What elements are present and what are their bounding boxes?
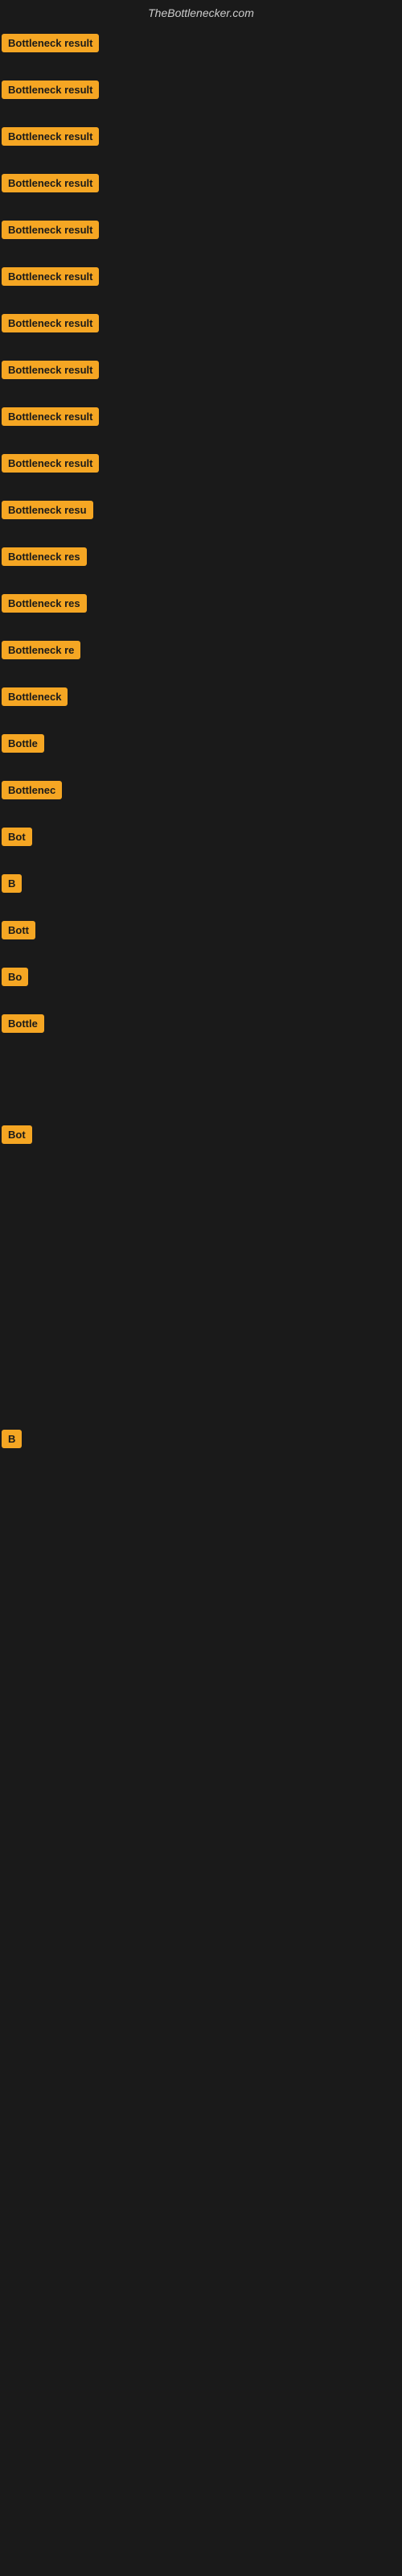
result-row: Bottleneck result — [0, 259, 402, 306]
result-row — [0, 1164, 402, 1228]
bottleneck-badge: Bottleneck res — [2, 594, 87, 613]
result-row: Bottle — [0, 1006, 402, 1053]
result-row: Bot — [0, 1117, 402, 1164]
result-row: Bottleneck res — [0, 539, 402, 586]
bottleneck-badge: Bottleneck result — [2, 361, 99, 379]
bottleneck-badge: Bottleneck result — [2, 127, 99, 146]
result-row: B — [0, 866, 402, 913]
result-row: Bottleneck res — [0, 586, 402, 633]
bottleneck-badge: Bot — [2, 828, 32, 846]
result-row — [0, 1293, 402, 1357]
bottleneck-badge: Bottleneck result — [2, 454, 99, 473]
bottleneck-badge: Bottleneck result — [2, 267, 99, 286]
bottleneck-badge: Bott — [2, 921, 35, 939]
result-row: Bottleneck result — [0, 399, 402, 446]
result-row: Bottleneck result — [0, 213, 402, 259]
result-row: Bottleneck result — [0, 306, 402, 353]
bottleneck-badge: Bottleneck result — [2, 34, 99, 52]
bottleneck-badge: Bottle — [2, 1014, 44, 1033]
result-row: Bo — [0, 960, 402, 1006]
result-row: Bottleneck result — [0, 446, 402, 493]
bottleneck-badge: Bo — [2, 968, 28, 986]
site-title: TheBottlenecker.com — [0, 0, 402, 26]
bottleneck-badge: Bottleneck result — [2, 407, 99, 426]
bottleneck-badge: Bottleneck resu — [2, 501, 93, 519]
bottleneck-badge: Bottleneck res — [2, 547, 87, 566]
bottleneck-badge: Bottle — [2, 734, 44, 753]
result-row: Bott — [0, 913, 402, 960]
result-row: Bottleneck result — [0, 119, 402, 166]
result-row: Bottleneck result — [0, 353, 402, 399]
result-row — [0, 1228, 402, 1293]
result-row: Bottleneck — [0, 679, 402, 726]
result-row: Bottleneck result — [0, 26, 402, 72]
result-row: Bottleneck result — [0, 166, 402, 213]
bottleneck-badge: Bottleneck — [2, 687, 68, 706]
result-row — [0, 1357, 402, 1422]
bottleneck-badge: Bottlenec — [2, 781, 62, 799]
result-row: Bottlenec — [0, 773, 402, 819]
result-row: Bot — [0, 819, 402, 866]
bottleneck-badge: Bottleneck result — [2, 174, 99, 192]
result-row: Bottle — [0, 726, 402, 773]
bottleneck-badge: Bottleneck re — [2, 641, 80, 659]
bottleneck-badge: Bottleneck result — [2, 80, 99, 99]
result-row — [0, 1053, 402, 1117]
bottleneck-badge: Bottleneck result — [2, 314, 99, 332]
bottleneck-badge: B — [2, 1430, 22, 1448]
bottleneck-badge: B — [2, 874, 22, 893]
bottleneck-badge: Bottleneck result — [2, 221, 99, 239]
result-row: Bottleneck re — [0, 633, 402, 679]
result-row: B — [0, 1422, 402, 1468]
result-row: Bottleneck resu — [0, 493, 402, 539]
result-row: Bottleneck result — [0, 72, 402, 119]
bottleneck-badge: Bot — [2, 1125, 32, 1144]
